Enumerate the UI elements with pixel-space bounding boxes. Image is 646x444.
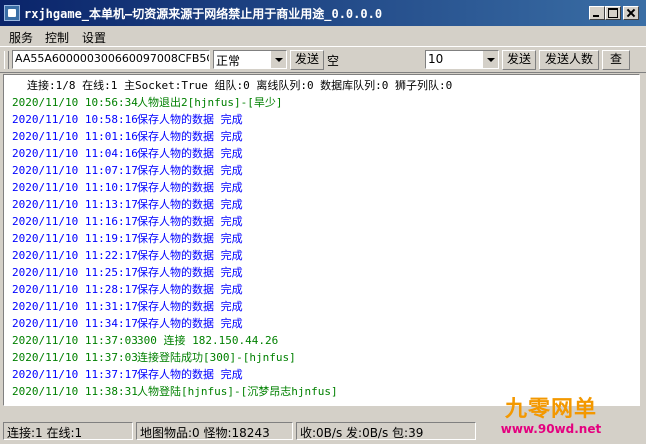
maximize-button[interactable]: [605, 6, 621, 20]
chevron-down-icon[interactable]: [482, 51, 498, 68]
log-line: 2020/11/10 11:01:16保存人物的数据 完成: [12, 128, 243, 144]
log-line: 2020/11/10 11:31:17保存人物的数据 完成: [12, 298, 243, 314]
log-message: 保存人物的数据 完成: [137, 317, 243, 330]
log-message: 保存人物的数据 完成: [137, 368, 243, 381]
log-time: 2020/11/10 11:16:17: [12, 215, 138, 228]
status-connection: 连接:1 在线:1: [3, 422, 133, 440]
send-button-2[interactable]: 发送: [502, 50, 536, 70]
minimize-button[interactable]: [589, 6, 605, 20]
log-time: 2020/11/10 11:19:17: [12, 232, 138, 245]
title-bar: rxjhgame_本单机—切资源来源于网络禁止用于商业用途_0.0.0.0: [0, 0, 646, 26]
log-time: 2020/11/10 11:31:17: [12, 300, 138, 313]
log-time: 2020/11/10 11:01:16: [12, 130, 138, 143]
log-line: 2020/11/10 11:19:17保存人物的数据 完成: [12, 230, 243, 246]
log-panel[interactable]: 连接:1/8 在线:1 主Socket:True 组队:0 离线队列:0 数据库…: [3, 74, 640, 406]
log-time: 2020/11/10 11:28:17: [12, 283, 138, 296]
send-button[interactable]: 发送: [290, 50, 324, 70]
log-line: 2020/11/10 11:37:03连接登陆成功[300]-[hjnfus]: [12, 349, 296, 365]
log-message: 保存人物的数据 完成: [137, 232, 243, 245]
menu-control[interactable]: 控制: [45, 29, 69, 46]
log-line: 2020/11/10 11:22:17保存人物的数据 完成: [12, 247, 243, 263]
log-line: 2020/11/10 10:58:16保存人物的数据 完成: [12, 111, 243, 127]
log-message: 300 连接 182.150.44.26: [137, 334, 279, 347]
close-button[interactable]: [623, 6, 639, 20]
log-time: 2020/11/10 11:37:17: [12, 368, 138, 381]
log-line: 2020/11/10 10:56:34人物退出2[hjnfus]-[旱少]: [12, 94, 282, 110]
send-people-count-button[interactable]: 发送人数: [539, 50, 599, 70]
log-message: 保存人物的数据 完成: [137, 198, 243, 211]
watermark-title: 九零网单: [504, 397, 597, 422]
empty-label: 空: [327, 54, 340, 68]
command-input[interactable]: AA55A600000300660097008CFB5CDB3(: [12, 50, 210, 69]
menu-bar: 服务 控制 设置: [0, 26, 646, 46]
log-line: 2020/11/10 11:16:17保存人物的数据 完成: [12, 213, 243, 229]
log-line: 2020/11/10 11:04:16保存人物的数据 完成: [12, 145, 243, 161]
count-select-value: 10: [428, 52, 444, 66]
log-line: 2020/11/10 11:37:03300 连接 182.150.44.26: [12, 332, 278, 348]
log-time: 2020/11/10 10:56:34: [12, 96, 138, 109]
check-button[interactable]: 查: [602, 50, 630, 70]
status-map: 地图物品:0 怪物:18243: [136, 422, 293, 440]
watermark-logo: 九零网单 www.90wd.net: [498, 398, 604, 438]
log-time: 2020/11/10 11:38:31: [12, 385, 138, 398]
menu-settings[interactable]: 设置: [82, 29, 106, 46]
log-line: 2020/11/10 11:37:17保存人物的数据 完成: [12, 366, 243, 382]
log-line: 2020/11/10 11:13:17保存人物的数据 完成: [12, 196, 243, 212]
log-time: 2020/11/10 11:37:03: [12, 334, 138, 347]
toolbar: AA55A600000300660097008CFB5CDB3( 正常 发送 空…: [0, 46, 646, 73]
log-message: 人物登陆[hjnfus]-[沉梦昂志hjnfus]: [137, 385, 338, 398]
count-select[interactable]: 10: [425, 50, 499, 69]
window-title: rxjhgame_本单机—切资源来源于网络禁止用于商业用途_0.0.0.0: [24, 7, 383, 21]
log-line: 2020/11/10 11:34:17保存人物的数据 完成: [12, 315, 243, 331]
log-message: 保存人物的数据 完成: [137, 249, 243, 262]
status-traffic: 收:0B/s 发:0B/s 包:39: [296, 422, 476, 440]
chevron-down-icon[interactable]: [270, 51, 286, 68]
log-message: 保存人物的数据 完成: [137, 130, 243, 143]
log-message: 连接登陆成功[300]-[hjnfus]: [137, 351, 296, 364]
toolbar-grip[interactable]: [4, 51, 9, 69]
log-time: 2020/11/10 11:37:03: [12, 351, 138, 364]
log-line: 2020/11/10 11:10:17保存人物的数据 完成: [12, 179, 243, 195]
log-message: 保存人物的数据 完成: [137, 164, 243, 177]
log-message: 保存人物的数据 完成: [137, 266, 243, 279]
log-time: 2020/11/10 11:07:17: [12, 164, 138, 177]
log-message: 保存人物的数据 完成: [137, 283, 243, 296]
log-message: 人物退出2[hjnfus]-[旱少]: [137, 96, 283, 109]
log-line: 2020/11/10 11:28:17保存人物的数据 完成: [12, 281, 243, 297]
log-time: 2020/11/10 11:25:17: [12, 266, 138, 279]
mode-select-value: 正常: [216, 54, 241, 68]
log-line: 2020/11/10 11:38:31人物登陆[hjnfus]-[沉梦昂志hjn…: [12, 383, 338, 399]
log-time: 2020/11/10 11:13:17: [12, 198, 138, 211]
log-message: 保存人物的数据 完成: [137, 181, 243, 194]
log-time: 2020/11/10 11:10:17: [12, 181, 138, 194]
mode-select[interactable]: 正常: [213, 50, 287, 69]
log-message: 保存人物的数据 完成: [137, 147, 243, 160]
log-message: 保存人物的数据 完成: [137, 113, 243, 126]
log-time: 2020/11/10 11:04:16: [12, 147, 138, 160]
log-time: 2020/11/10 10:58:16: [12, 113, 138, 126]
log-line: 2020/11/10 11:07:17保存人物的数据 完成: [12, 162, 243, 178]
log-message: 保存人物的数据 完成: [137, 215, 243, 228]
log-line: 2020/11/10 11:25:17保存人物的数据 完成: [12, 264, 243, 280]
connection-status-line: 连接:1/8 在线:1 主Socket:True 组队:0 离线队列:0 数据库…: [27, 79, 453, 92]
log-time: 2020/11/10 11:34:17: [12, 317, 138, 330]
menu-service[interactable]: 服务: [9, 29, 33, 46]
log-message: 保存人物的数据 完成: [137, 300, 243, 313]
log-time: 2020/11/10 11:22:17: [12, 249, 138, 262]
watermark-url: www.90wd.net: [500, 422, 602, 436]
app-icon: [4, 5, 20, 21]
